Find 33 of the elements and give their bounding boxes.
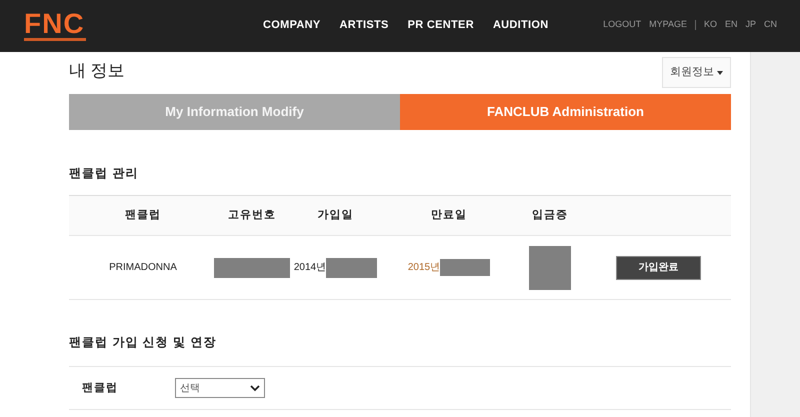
table-cell-text: 2014년 <box>294 261 326 275</box>
chevron-down-icon <box>250 384 260 392</box>
section-title: 팬클럽 가입 신청 및 연장 <box>69 334 218 351</box>
nav-link[interactable]: AUDITION <box>492 17 549 34</box>
column-header: 만료일 <box>431 208 467 224</box>
field-label: 팬클럽 <box>82 380 119 396</box>
tab[interactable]: FANCLUB Administration <box>400 94 731 130</box>
table-cell-text: 2015년 <box>408 261 440 275</box>
section-title: 팬클럽 관리 <box>69 165 140 182</box>
column-header: 고유번호 <box>228 208 276 224</box>
language-link[interactable]: JP <box>745 18 756 32</box>
header-link[interactable]: MYPAGE <box>649 18 687 32</box>
page-title: 내 정보 <box>69 60 125 82</box>
nav-link[interactable]: ARTISTS <box>340 17 389 34</box>
caret-icon <box>717 70 723 74</box>
column-header: 팬클럽 <box>125 208 161 224</box>
table-cell-text: PRIMADONNA <box>109 261 177 275</box>
join-complete-button[interactable]: 가입완료 <box>616 256 701 280</box>
fanclub-select[interactable]: 선택 <box>175 378 265 398</box>
column-header: 가입일 <box>318 208 354 224</box>
nav-link[interactable]: PR CENTER <box>408 17 474 34</box>
logo-underline-icon <box>24 38 86 41</box>
column-header: 입금증 <box>532 208 568 224</box>
language-link[interactable]: CN <box>764 18 777 32</box>
logo[interactable]: FNC <box>24 12 85 36</box>
nav-link[interactable]: COMPANY <box>263 17 321 34</box>
header-link[interactable]: LOGOUT <box>603 18 642 32</box>
member-menu-button[interactable]: 회원정보 <box>662 57 731 88</box>
language-link[interactable]: EN <box>724 18 738 32</box>
redaction-block <box>440 259 490 276</box>
redaction-block <box>529 246 571 290</box>
redaction-block <box>326 258 378 278</box>
language-link[interactable]: KO <box>704 18 717 32</box>
